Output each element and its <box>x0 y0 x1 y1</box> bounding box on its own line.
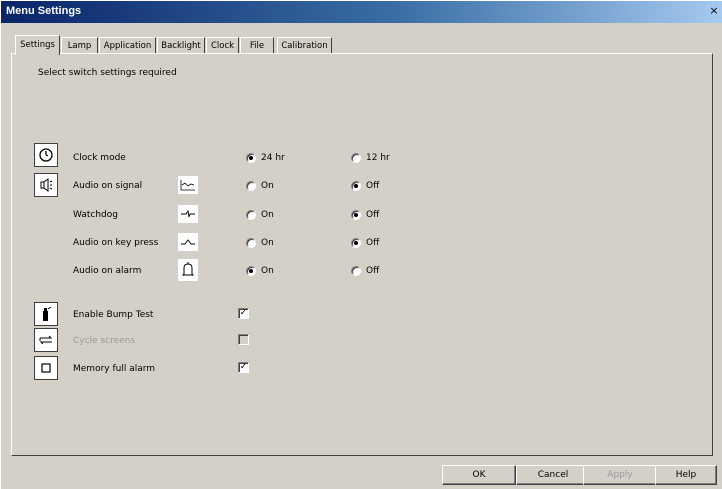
radio-label: 12 hr <box>366 153 390 163</box>
ok-button[interactable]: OK <box>442 465 516 485</box>
radio-label: On <box>261 181 274 191</box>
enable-bump-test-checkbox[interactable]: ✓ <box>238 308 249 319</box>
cycle-screens-label: Cycle screens <box>73 336 136 346</box>
radio-label: Off <box>366 181 380 191</box>
instruction-text: Select switch settings required <box>38 68 177 78</box>
radio-label: On <box>261 210 274 220</box>
apply-button[interactable]: Apply <box>583 465 657 485</box>
radio-dot <box>246 238 256 248</box>
radio-dot <box>246 153 256 163</box>
radio-label: Off <box>366 266 380 276</box>
gas-cylinder-icon <box>34 302 58 326</box>
audio-on-key-press-on-radio[interactable]: On <box>246 237 274 249</box>
menu-settings-window: Menu Settings × Settings Lamp Applicatio… <box>0 0 722 489</box>
watchdog-label: Watchdog <box>73 210 118 220</box>
close-icon[interactable]: × <box>706 4 722 18</box>
title-bar: Menu Settings × <box>1 1 722 23</box>
radio-dot <box>351 210 361 220</box>
audio-on-alarm-on-radio[interactable]: On <box>246 265 274 277</box>
help-button[interactable]: Help <box>655 465 717 485</box>
radio-label: Off <box>366 210 380 220</box>
radio-dot <box>351 266 361 276</box>
audio-on-key-press-off-radio[interactable]: Off <box>351 237 379 249</box>
bell-icon <box>178 259 198 281</box>
tab-clock[interactable]: Clock <box>206 37 239 54</box>
cycle-arrows-icon <box>34 328 58 352</box>
cancel-button[interactable]: Cancel <box>516 465 590 485</box>
radio-label: On <box>261 266 274 276</box>
audio-on-signal-on-radio[interactable]: On <box>246 180 274 192</box>
memory-square-icon <box>34 356 58 380</box>
radio-label: On <box>261 238 274 248</box>
tab-calibration[interactable]: Calibration <box>277 37 332 54</box>
clock-icon <box>34 143 58 167</box>
enable-bump-test-label: Enable Bump Test <box>73 310 154 320</box>
tab-file[interactable]: File <box>240 37 274 54</box>
window-title: Menu Settings <box>6 5 82 17</box>
tab-application[interactable]: Application <box>99 37 156 54</box>
clock-mode-24hr-radio[interactable]: 24 hr <box>246 152 285 164</box>
memory-full-alarm-label: Memory full alarm <box>73 364 156 374</box>
tab-backlight[interactable]: Backlight <box>157 37 205 54</box>
speaker-icon <box>34 173 58 197</box>
audio-on-alarm-off-radio[interactable]: Off <box>351 265 379 277</box>
radio-dot <box>351 153 361 163</box>
watchdog-wave-icon <box>178 205 198 223</box>
clock-mode-label: Clock mode <box>73 153 126 163</box>
radio-dot <box>351 181 361 191</box>
radio-dot <box>246 181 256 191</box>
keypress-wave-icon <box>178 233 198 251</box>
radio-dot <box>351 238 361 248</box>
memory-full-alarm-checkbox[interactable]: ✓ <box>238 362 249 373</box>
audio-on-alarm-label: Audio on alarm <box>73 266 142 276</box>
radio-dot <box>246 210 256 220</box>
audio-on-signal-label: Audio on signal <box>73 181 143 191</box>
radio-label: Off <box>366 238 380 248</box>
audio-on-signal-off-radio[interactable]: Off <box>351 180 379 192</box>
clock-mode-12hr-radio[interactable]: 12 hr <box>351 152 390 164</box>
watchdog-on-radio[interactable]: On <box>246 209 274 221</box>
tab-lamp[interactable]: Lamp <box>61 37 98 54</box>
audio-on-key-press-label: Audio on key press <box>73 238 159 248</box>
watchdog-off-radio[interactable]: Off <box>351 209 379 221</box>
tab-settings[interactable]: Settings <box>15 35 60 55</box>
radio-label: 24 hr <box>261 153 285 163</box>
cycle-screens-checkbox[interactable] <box>238 334 249 345</box>
signal-graph-icon <box>178 176 198 194</box>
settings-panel <box>11 53 713 456</box>
radio-dot <box>246 266 256 276</box>
